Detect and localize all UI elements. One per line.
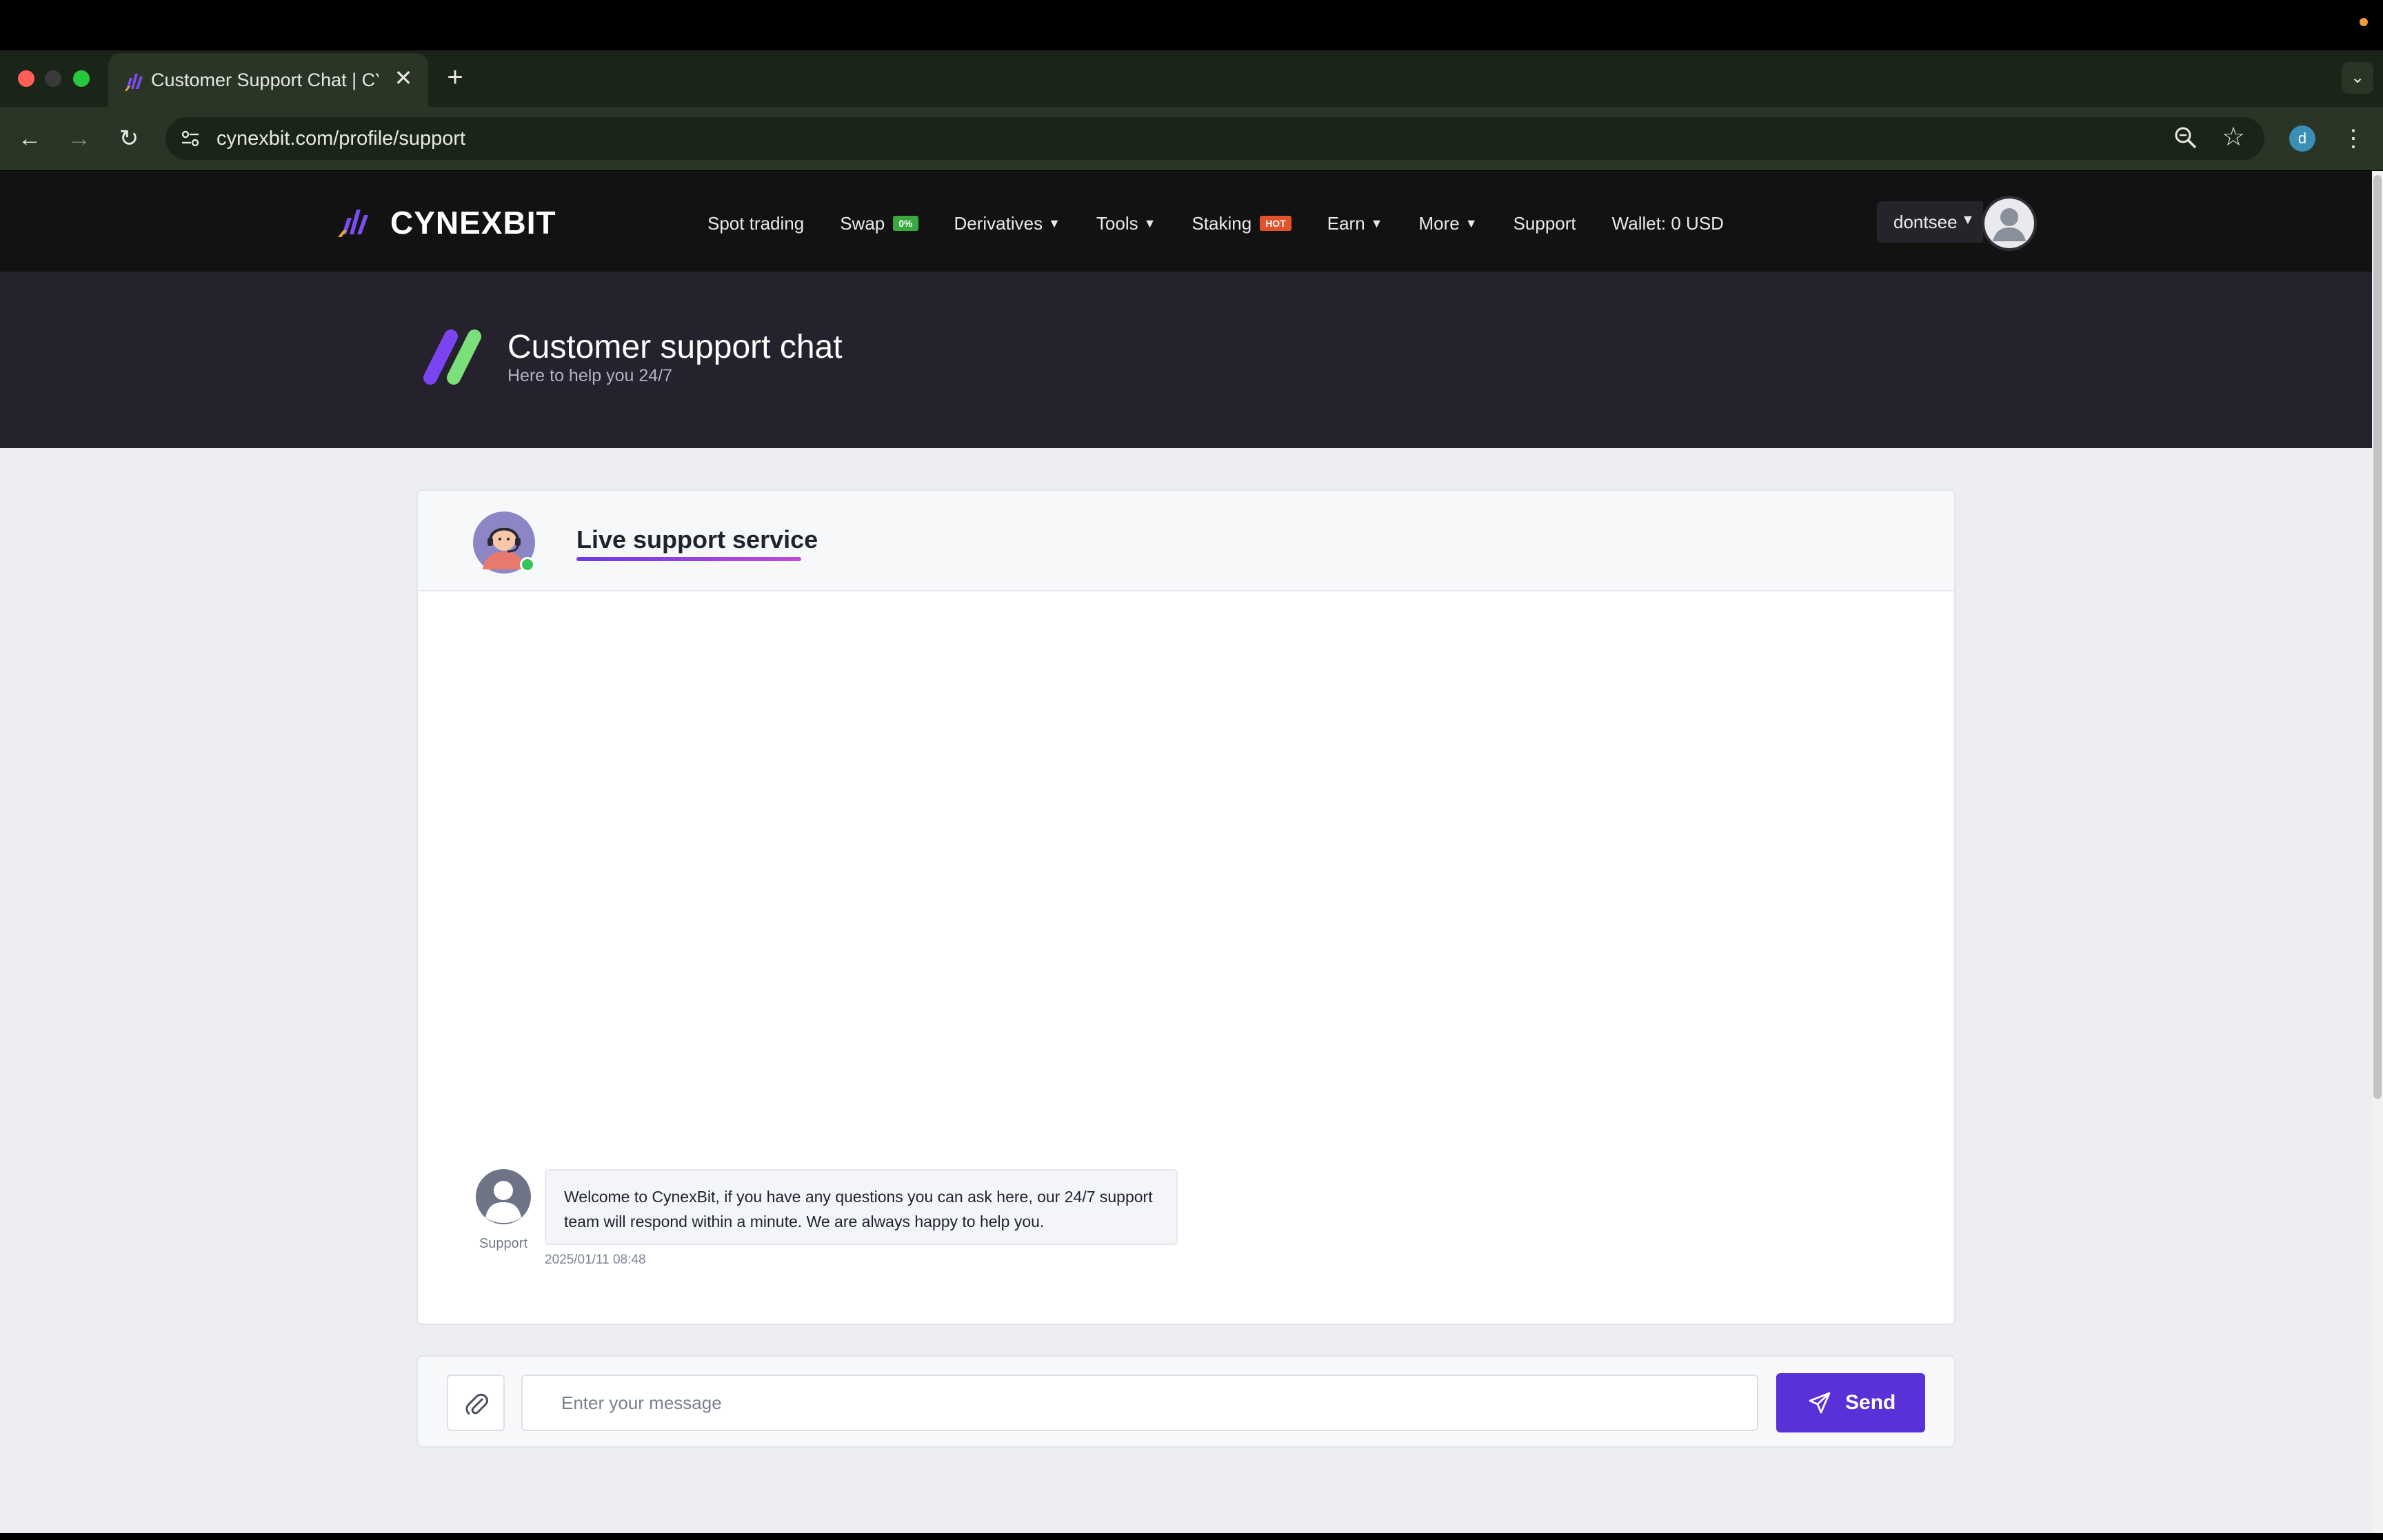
caret-down-icon: ▼: [1961, 212, 1975, 227]
recording-indicator-icon: [2360, 18, 2368, 26]
message-sender: Support: [479, 1236, 528, 1251]
url-text: cynexbit.com/profile/support: [217, 128, 466, 150]
nav-staking[interactable]: Staking HOT: [1192, 212, 1291, 234]
browser-profile-avatar[interactable]: d: [2289, 125, 2315, 152]
swap-fee-badge: 0%: [893, 216, 918, 231]
window-close-button[interactable]: [18, 70, 34, 87]
nav-support[interactable]: Support: [1514, 212, 1576, 234]
zoom-icon[interactable]: [2172, 124, 2200, 152]
nav-wallet[interactable]: Wallet: 0 USD: [1612, 212, 1724, 234]
caret-down-icon: ▼: [1370, 216, 1383, 230]
scrollbar-thumb[interactable]: [2373, 175, 2382, 1099]
caret-down-icon: ▼: [1465, 216, 1478, 230]
new-tab-button[interactable]: +: [441, 63, 469, 91]
nav-label: Earn: [1327, 213, 1365, 234]
close-tab-icon[interactable]: ✕: [391, 65, 416, 90]
chat-title: Live support service: [576, 525, 818, 554]
user-avatar-icon[interactable]: [1982, 196, 2037, 251]
attach-file-button[interactable]: [447, 1375, 505, 1431]
message-input[interactable]: [521, 1375, 1758, 1431]
send-button[interactable]: Send: [1776, 1373, 1925, 1432]
forward-arrow-icon[interactable]: →: [63, 123, 95, 154]
message-bubble: Welcome to CynexBit, if you have any que…: [545, 1169, 1178, 1245]
nav-earn[interactable]: Earn ▼: [1327, 212, 1383, 234]
username: dontsee: [1893, 212, 1958, 232]
os-menu-bar: [0, 0, 2383, 50]
address-bar[interactable]: cynexbit.com/profile/support: [165, 117, 2264, 160]
nav-label: Tools: [1096, 213, 1138, 234]
nav-tools[interactable]: Tools ▼: [1096, 212, 1156, 234]
nav-label: Support: [1513, 213, 1576, 234]
nav-spot-trading[interactable]: Spot trading: [707, 212, 804, 234]
tab-title: Customer Support Chat | CYNEXBIT: [151, 70, 379, 90]
bookmark-star-icon[interactable]: ☆: [2219, 123, 2248, 152]
nav-label: More: [1418, 213, 1460, 234]
browser-tab-active[interactable]: Customer Support Chat | CYNEXBIT ✕: [108, 53, 428, 107]
nav-more[interactable]: More ▼: [1419, 212, 1478, 234]
window-zoom-button[interactable]: [73, 70, 90, 87]
page-title: Customer support chat: [507, 329, 843, 365]
site-header: CYNEXBIT Spot trading Swap 0% Derivative…: [0, 171, 2372, 272]
caret-down-icon: ▼: [1143, 216, 1156, 230]
page-hero: Customer support chat Here to help you 2…: [0, 272, 2372, 448]
chat-window: Live support service Support Welcome to …: [416, 489, 1955, 1325]
cynexbit-favicon-icon: [125, 74, 143, 91]
window-bottom-edge: [0, 1533, 2383, 1540]
main-menu: Spot trading Swap 0% Derivatives ▼ Tools…: [707, 210, 1760, 237]
hot-badge: HOT: [1260, 216, 1291, 231]
nav-label: Spot trading: [707, 213, 805, 234]
nav-label: Swap: [840, 213, 885, 234]
page-subtitle: Here to help you 24/7: [507, 366, 673, 385]
site-settings-icon[interactable]: [178, 126, 203, 151]
back-arrow-icon[interactable]: ←: [14, 123, 46, 154]
tab-search-chevron-icon[interactable]: ⌄: [2342, 62, 2373, 94]
title-underline: [576, 557, 801, 561]
message-timestamp: 2025/01/11 08:48: [545, 1253, 646, 1267]
window-minimize-button[interactable]: [45, 70, 61, 87]
support-avatar-icon: [476, 1169, 531, 1224]
nav-label: Wallet: 0 USD: [1611, 213, 1724, 234]
user-menu-button[interactable]: dontsee ▼: [1877, 201, 1983, 243]
nav-label: Staking: [1192, 213, 1252, 234]
brand-name: CYNEXBIT: [390, 205, 556, 241]
send-plane-icon: [1809, 1392, 1831, 1414]
paperclip-icon: [465, 1393, 488, 1415]
nav-label: Derivatives: [954, 213, 1043, 234]
nav-derivatives[interactable]: Derivatives ▼: [954, 212, 1060, 234]
browser-menu-icon[interactable]: ⋮: [2342, 124, 2365, 153]
cynexbit-logo-icon: [338, 210, 368, 237]
nav-swap[interactable]: Swap 0%: [840, 212, 918, 234]
message-composer: Send: [416, 1355, 1955, 1448]
stripes-logo-icon: [423, 330, 481, 385]
online-status-icon: [520, 557, 535, 572]
send-label: Send: [1845, 1391, 1896, 1414]
chat-header: Live support service: [418, 491, 1954, 591]
reload-icon[interactable]: ↻: [113, 123, 145, 154]
caret-down-icon: ▼: [1048, 216, 1060, 230]
